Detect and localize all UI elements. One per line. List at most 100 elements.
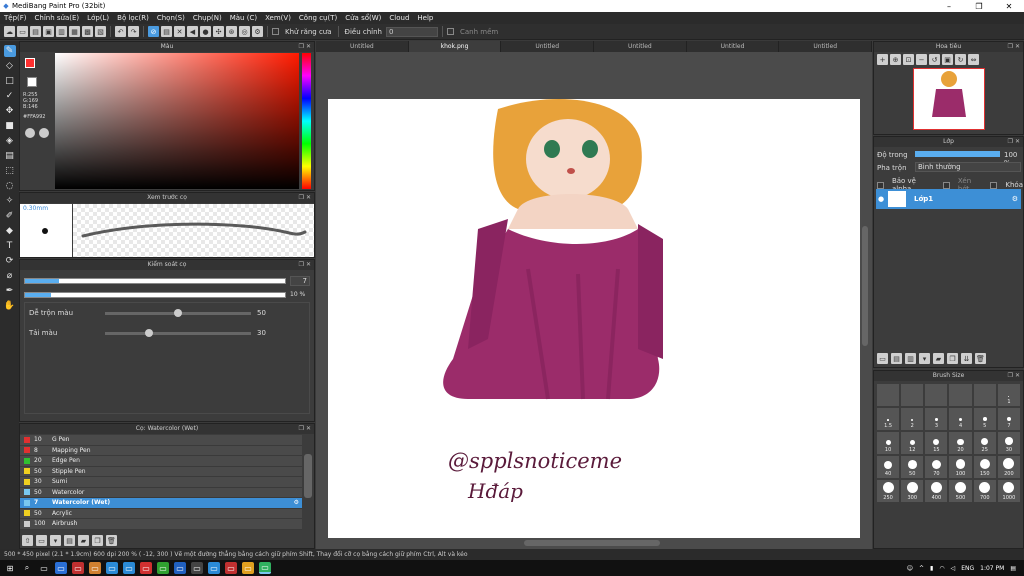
brush-list-item[interactable]: 10 G Pen bbox=[20, 435, 302, 446]
fill-rect-icon[interactable]: ■ bbox=[4, 120, 16, 132]
brush-size-preset-blank[interactable] bbox=[949, 384, 972, 406]
cloud-icon[interactable]: ☁ bbox=[4, 26, 15, 37]
divide-tool-icon[interactable]: ⟳ bbox=[4, 255, 16, 267]
adjust-select[interactable]: 0 bbox=[386, 26, 438, 37]
perspective-icon[interactable]: ✣ bbox=[213, 26, 224, 37]
duplicate-icon[interactable]: ❐ bbox=[92, 535, 103, 546]
brush-size-preset[interactable]: 1.5 bbox=[877, 408, 900, 430]
reload-slider[interactable] bbox=[105, 329, 251, 337]
export-icon[interactable]: ▥ bbox=[56, 26, 67, 37]
reload-slider-knob[interactable] bbox=[144, 329, 153, 337]
tab-untitled[interactable]: Untitled bbox=[316, 41, 409, 52]
upload-brush-icon[interactable]: ⇧ bbox=[22, 535, 33, 546]
brush-menu-icon[interactable]: ▾ bbox=[50, 535, 61, 546]
brush-list-item[interactable]: 100 Airbrush bbox=[20, 519, 302, 530]
grid-icon[interactable]: ▩ bbox=[82, 26, 93, 37]
taskbar-app-icon[interactable]: ▭ bbox=[106, 562, 118, 574]
select-pen-icon[interactable]: ✐ bbox=[4, 210, 16, 222]
menu-window[interactable]: Cửa sổ(W) bbox=[345, 14, 381, 22]
brush-size-preset[interactable]: 10 bbox=[877, 432, 900, 454]
select-rect-icon[interactable]: ⬚ bbox=[4, 165, 16, 177]
brush-size-preset[interactable]: 12 bbox=[901, 432, 924, 454]
notification-icon[interactable]: ▤ bbox=[1010, 565, 1016, 572]
brush-size-preset-blank[interactable] bbox=[877, 384, 900, 406]
menu-snap[interactable]: Chụp(N) bbox=[193, 14, 222, 22]
panel-controls-icon[interactable]: ❐ ✕ bbox=[1008, 371, 1020, 381]
snap-settings-icon[interactable]: ⚙ bbox=[252, 26, 263, 37]
minimize-button[interactable]: – bbox=[934, 2, 964, 11]
maximize-button[interactable]: ❐ bbox=[964, 2, 994, 11]
actual-size-icon[interactable]: ⊡ bbox=[903, 54, 914, 65]
canvas-horizontal-scrollbar[interactable] bbox=[524, 540, 660, 546]
radial-icon[interactable]: ⊛ bbox=[226, 26, 237, 37]
pen-tool-icon[interactable]: ✒ bbox=[4, 285, 16, 297]
taskbar-app-icon[interactable]: ▭ bbox=[140, 562, 152, 574]
brush-size-preset[interactable]: 400 bbox=[925, 480, 948, 502]
taskbar-app-icon[interactable]: ▭ bbox=[72, 562, 84, 574]
tray-people-icon[interactable]: ☺ bbox=[907, 565, 913, 572]
taskbar-app-icon[interactable]: ▭ bbox=[174, 562, 186, 574]
brush-list-item-selected[interactable]: 7 Watercolor (Wet) ⚙ bbox=[20, 498, 302, 509]
brush-size-preset[interactable]: 25 bbox=[973, 432, 996, 454]
brush-size-preset[interactable]: 200 bbox=[997, 456, 1020, 478]
lasso-tool-icon[interactable]: ◌ bbox=[4, 180, 16, 192]
tray-clock[interactable]: 1:07 PM bbox=[980, 565, 1004, 572]
menu-help[interactable]: Help bbox=[417, 14, 433, 22]
brush-size-preset[interactable]: 1 bbox=[997, 384, 1020, 406]
canvas-paper[interactable]: @spplsnoticeme Hđáp bbox=[328, 99, 860, 538]
hand-tool-icon[interactable]: ✋ bbox=[4, 300, 16, 312]
brush-size-preset[interactable]: 1000 bbox=[997, 480, 1020, 502]
layer-settings-icon[interactable]: ⚙ bbox=[1012, 195, 1018, 203]
taskbar-app-icon[interactable]: ▭ bbox=[191, 562, 203, 574]
circle-guide-icon[interactable]: ● bbox=[200, 26, 211, 37]
move-tool-icon[interactable]: ✥ bbox=[4, 105, 16, 117]
brush-list-item[interactable]: 50 Acrylic bbox=[20, 508, 302, 519]
tray-volume-icon[interactable]: ◁ bbox=[951, 565, 956, 572]
brush-tool-icon[interactable]: ✎ bbox=[3, 45, 16, 57]
add-brush-icon[interactable]: ▭ bbox=[36, 535, 47, 546]
new-layer-icon[interactable]: ▭ bbox=[877, 353, 888, 364]
layer-opacity-slider[interactable] bbox=[915, 151, 1000, 157]
panel-controls-icon[interactable]: ❐ ✕ bbox=[1008, 42, 1020, 52]
duplicate-layer-icon[interactable]: ❐ bbox=[947, 353, 958, 364]
rotate-left-icon[interactable]: ↺ bbox=[929, 54, 940, 65]
brush-size-preset[interactable]: 300 bbox=[901, 480, 924, 502]
eyedropper-tool-icon[interactable]: ⌀ bbox=[4, 270, 16, 282]
panel-controls-icon[interactable]: ❐ ✕ bbox=[299, 193, 311, 203]
brush-size-preset[interactable]: 150 bbox=[973, 456, 996, 478]
menu-view[interactable]: Xem(V) bbox=[265, 14, 291, 22]
search-icon[interactable]: ⌕ bbox=[21, 562, 33, 574]
save-icon[interactable]: ▣ bbox=[43, 26, 54, 37]
zoom-in-icon[interactable]: + bbox=[877, 54, 888, 65]
brush-list-item[interactable]: 30 Sumi bbox=[20, 477, 302, 488]
taskbar-app-icon[interactable]: ▭ bbox=[55, 562, 67, 574]
menu-color[interactable]: Màu (C) bbox=[230, 14, 257, 22]
antialias-checkbox[interactable] bbox=[272, 28, 279, 35]
brush-list-item[interactable]: 50 Stipple Pen bbox=[20, 466, 302, 477]
no-guide-icon[interactable]: ⊘ bbox=[148, 26, 159, 37]
brush-opacity-slider[interactable] bbox=[24, 292, 286, 298]
tray-battery-icon[interactable]: ▮ bbox=[930, 565, 933, 572]
protect-alpha-checkbox[interactable] bbox=[877, 181, 884, 189]
tab-untitled[interactable]: Untitled bbox=[687, 41, 780, 52]
delete-brush-icon[interactable]: 🗑 bbox=[106, 535, 117, 546]
rotate-right-icon[interactable]: ↻ bbox=[955, 54, 966, 65]
new-halftone-layer-icon[interactable]: ▤ bbox=[891, 353, 902, 364]
brush-size-preset[interactable]: 70 bbox=[925, 456, 948, 478]
brush-list-item[interactable]: 8 Mapping Pen bbox=[20, 445, 302, 456]
tab-untitled[interactable]: Untitled bbox=[501, 41, 595, 52]
taskbar-app-icon[interactable]: ▭ bbox=[225, 562, 237, 574]
brush-size-preset-blank[interactable] bbox=[973, 384, 996, 406]
panel-controls-icon[interactable]: ❐ ✕ bbox=[299, 260, 311, 270]
layout-icon[interactable]: ▧ bbox=[95, 26, 106, 37]
menu-layer[interactable]: Lớp(L) bbox=[87, 14, 109, 22]
medibang-taskbar-icon[interactable]: ▭ bbox=[259, 562, 271, 574]
panel-controls-icon[interactable]: ❐ ✕ bbox=[299, 42, 311, 52]
brush-size-preset[interactable]: 40 bbox=[877, 456, 900, 478]
cross-icon[interactable]: ✕ bbox=[174, 26, 185, 37]
select-eraser-icon[interactable]: ◆ bbox=[4, 225, 16, 237]
brush-size-preset[interactable]: 30 bbox=[997, 432, 1020, 454]
zoom-out-icon[interactable]: − bbox=[916, 54, 927, 65]
close-button[interactable]: ✕ bbox=[994, 2, 1024, 11]
brush-size-preset-blank[interactable] bbox=[901, 384, 924, 406]
